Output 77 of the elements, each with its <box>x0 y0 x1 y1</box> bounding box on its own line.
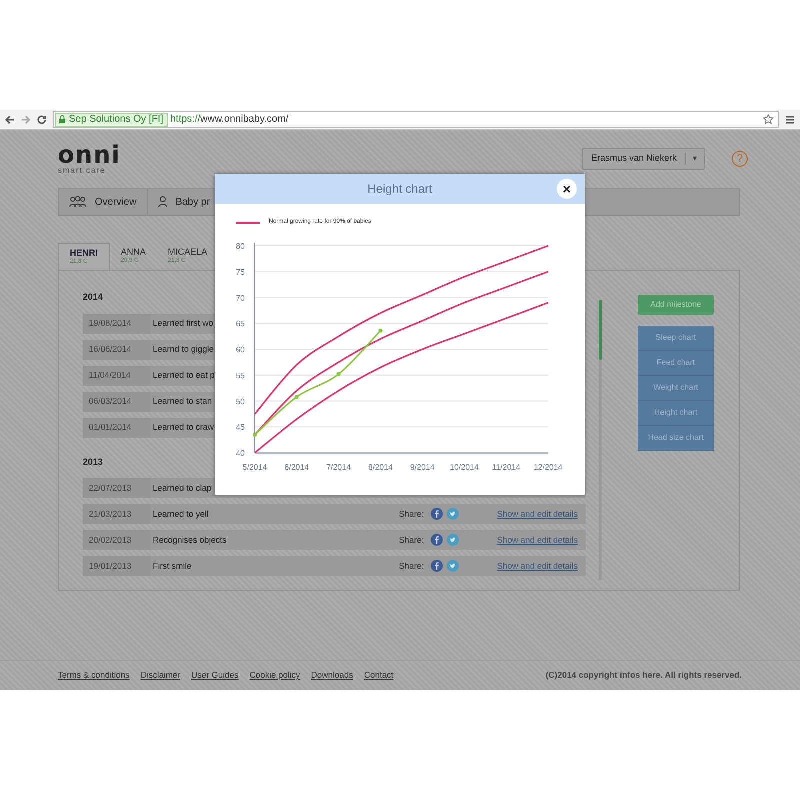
milestone-row[interactable]: 20/02/2013 Recognises objects Share: Show and edit details <box>83 530 586 550</box>
y-tick-label: 75 <box>236 268 245 277</box>
data-point <box>336 372 341 376</box>
data-point <box>253 432 257 437</box>
x-tick-label: 9/2014 <box>410 463 435 472</box>
y-tick-label: 80 <box>236 242 245 251</box>
twitter-icon[interactable] <box>447 560 460 572</box>
date-cell: 16/06/2014 <box>83 340 151 360</box>
footer-link[interactable]: Cookie policy <box>250 669 300 682</box>
x-tick-label: 7/2014 <box>326 463 352 472</box>
date-cell: 01/01/2014 <box>83 418 151 438</box>
address-bar[interactable]: Sep Solutions Oy [FI] https://www.onnibaby.com/ <box>53 111 779 128</box>
copyright-text: (C)2014 copyright infos here. All rights reserved. <box>546 669 742 682</box>
x-tick-label: 8/2014 <box>368 463 393 472</box>
people-icon <box>69 196 87 208</box>
url-text: https://www.onnibaby.com/ <box>170 113 289 127</box>
y-tick-label: 40 <box>236 449 245 458</box>
footer-link[interactable]: Terms & conditions <box>58 669 130 682</box>
milestone-title: Learned to stan <box>153 395 212 408</box>
milestone-title: Learned to craw <box>153 421 214 434</box>
date-cell: 20/02/2013 <box>83 530 151 550</box>
date-cell: 19/01/2013 <box>83 556 151 576</box>
x-tick-label: 11/2014 <box>492 463 521 472</box>
y-tick-label: 50 <box>236 397 245 406</box>
year-heading: 2014 <box>83 291 104 304</box>
scrollbar-thumb[interactable] <box>599 300 602 360</box>
milestone-title: Learned to eat p <box>153 369 215 382</box>
y-tick-label: 70 <box>236 294 245 303</box>
milestone-title: Learnd to giggle <box>153 343 214 356</box>
nav-item[interactable]: Overview <box>59 189 148 215</box>
menu-icon[interactable] <box>785 114 795 124</box>
user-dropdown[interactable]: Erasmus van Niekerk ▾ <box>582 148 705 170</box>
facebook-icon[interactable] <box>431 534 444 546</box>
logo[interactable]: onni <box>58 143 121 167</box>
footer-link[interactable]: Contact <box>364 669 394 682</box>
y-tick-label: 45 <box>236 423 245 432</box>
logo-tagline: smart care <box>58 167 107 175</box>
date-cell: 11/04/2014 <box>83 366 151 386</box>
twitter-icon[interactable] <box>447 534 460 546</box>
facebook-icon[interactable] <box>431 560 444 572</box>
facebook-icon[interactable] <box>431 508 444 520</box>
x-tick-label: 6/2014 <box>284 463 310 472</box>
lock-icon <box>59 115 66 124</box>
x-tick-label: 5/2014 <box>242 463 268 472</box>
milestone-row[interactable]: 21/03/2013 Learned to yell Share: Show and edit details <box>83 504 586 524</box>
date-cell: 21/03/2013 <box>83 504 151 524</box>
share-label: Share: <box>399 560 424 572</box>
milestone-title: Recognises objects <box>153 534 227 546</box>
dialog-title: Height chart <box>368 181 432 198</box>
site-identity: Sep Solutions Oy [FI] <box>55 112 168 126</box>
y-tick-label: 65 <box>236 320 245 329</box>
footer-link[interactable]: User Guides <box>191 669 239 682</box>
reload-icon[interactable] <box>37 114 47 124</box>
twitter-icon[interactable] <box>447 508 460 520</box>
footer-link[interactable]: Disclaimer <box>140 669 180 682</box>
x-tick-label: 10/2014 <box>450 463 479 472</box>
milestone-title: Learned to yell <box>153 508 209 520</box>
milestone-row[interactable]: 19/01/2013 First smile Share: Show and edit details <box>83 556 586 576</box>
year-heading: 2013 <box>83 456 104 468</box>
y-tick-label: 60 <box>236 346 245 354</box>
date-cell: 06/03/2014 <box>83 392 151 412</box>
y-tick-label: 55 <box>236 371 245 380</box>
date-cell: 19/08/2014 <box>83 314 151 334</box>
star-icon[interactable] <box>763 114 774 125</box>
milestone-title: Learned to clap <box>153 482 212 494</box>
milestone-title: Learned first wo <box>153 317 214 330</box>
data-point <box>294 395 299 400</box>
footer-link[interactable]: Downloads <box>311 669 354 682</box>
share-label: Share: <box>399 508 424 520</box>
person-icon <box>158 196 168 208</box>
milestone-title: First smile <box>153 560 192 572</box>
share-label: Share: <box>399 534 424 546</box>
back-icon[interactable] <box>5 114 15 124</box>
date-cell: 22/07/2013 <box>83 478 151 498</box>
x-tick-label: 12/2014 <box>534 463 563 472</box>
data-point <box>378 328 383 333</box>
close-button[interactable]: × <box>557 179 577 199</box>
